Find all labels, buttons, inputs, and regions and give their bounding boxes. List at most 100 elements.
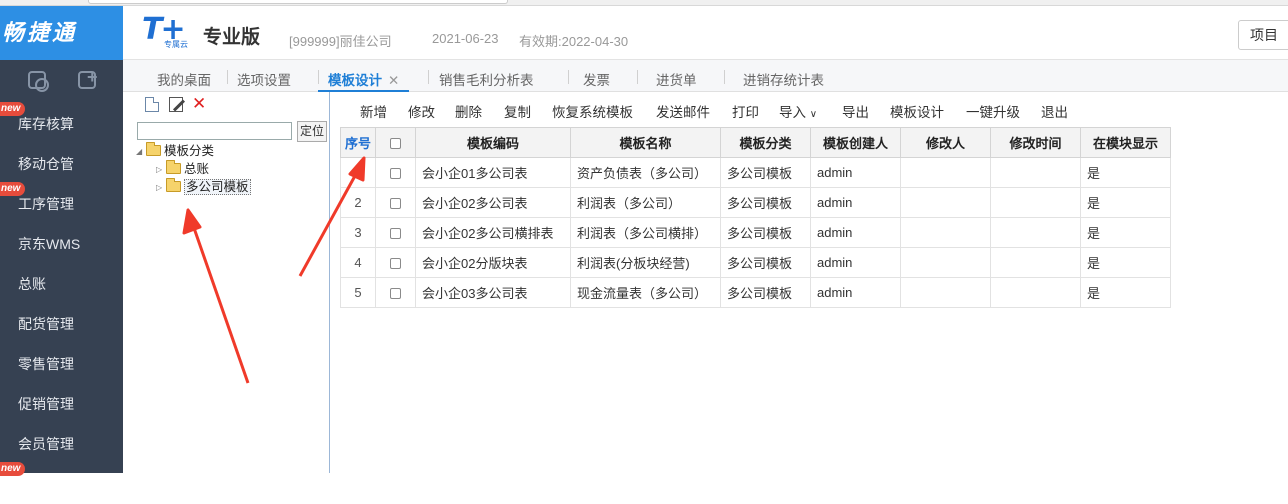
nav-item-partial[interactable]: new: [0, 462, 123, 504]
main-toolbar: 新增 修改 删除 复制 恢复系统模板 发送邮件 打印 导入 ∨ 导出 模板设计 …: [338, 92, 1288, 126]
column-header-modified-time[interactable]: 修改时间: [990, 127, 1081, 158]
row-checkbox[interactable]: [390, 168, 401, 180]
table-row[interactable]: 5 会小企03多公司表 现金流量表（多公司） 多公司模板 admin 是: [340, 277, 1171, 308]
table-row[interactable]: 3 会小企02多公司横排表 利润表（多公司横排） 多公司模板 admin 是: [340, 217, 1171, 248]
project-button[interactable]: 项目: [1238, 20, 1288, 50]
restore-system-template-button[interactable]: 恢复系统模板: [552, 101, 633, 121]
row-checkbox[interactable]: [390, 258, 401, 270]
cell-show-in-module: 是: [1080, 277, 1171, 308]
collapse-arrow-icon[interactable]: ◢: [136, 143, 146, 160]
new-badge: new: [0, 182, 26, 196]
tab-bar: 我的桌面 选项设置 模板设计 ✕ 销售毛利分析表 发票 进货单 进销存统计表: [123, 60, 1288, 92]
cell-category: 多公司模板: [720, 277, 811, 308]
column-header-category[interactable]: 模板分类: [720, 127, 811, 158]
tree-node-label: 总账: [184, 162, 210, 176]
cell-select[interactable]: [375, 217, 416, 248]
new-badge: new: [0, 102, 26, 116]
cell-modifier: [900, 187, 991, 218]
tab-options[interactable]: 选项设置: [237, 69, 291, 92]
expand-arrow-icon[interactable]: ▷: [156, 161, 166, 178]
cell-code: 会小企02多公司表: [415, 187, 571, 218]
nav-item-label: 配货管理: [18, 316, 74, 332]
import-label: 导入: [779, 105, 806, 120]
expand-arrow-icon[interactable]: ▷: [156, 179, 166, 196]
cell-modified-time: [990, 277, 1081, 308]
delete-icon[interactable]: ✕: [192, 95, 208, 112]
cell-name: 利润表（多公司横排）: [570, 217, 721, 248]
tab-template-design[interactable]: 模板设计 ✕: [318, 69, 410, 92]
cell-code: 会小企01多公司表: [415, 157, 571, 188]
tab-separator: [227, 70, 228, 84]
export-button[interactable]: 导出: [842, 101, 869, 121]
nav-item-distribution[interactable]: 配货管理: [0, 304, 123, 344]
tree-node-general-ledger[interactable]: ▷ 总账: [156, 160, 210, 178]
tab-my-desktop[interactable]: 我的桌面: [157, 69, 211, 92]
locate-button[interactable]: 定位: [297, 121, 327, 142]
cell-select[interactable]: [375, 247, 416, 278]
tree-node-root[interactable]: ◢ 模板分类: [136, 142, 214, 160]
copy-button[interactable]: 复制: [504, 101, 531, 121]
cell-show-in-module: 是: [1080, 217, 1171, 248]
nav-item-label: 工序管理: [18, 196, 74, 212]
tree-toolbar: ✕: [131, 92, 329, 118]
print-button[interactable]: 打印: [732, 101, 759, 121]
new-document-icon[interactable]: [145, 97, 159, 112]
add-menu-icon[interactable]: [78, 67, 98, 89]
nav-item-membership[interactable]: 会员管理: [0, 424, 123, 464]
nav-item-jd-wms[interactable]: 京东WMS: [0, 224, 123, 264]
table-row[interactable]: 4 会小企02分版块表 利润表(分板块经营) 多公司模板 admin 是: [340, 247, 1171, 278]
nav-item-label: 总账: [18, 276, 46, 292]
table-row[interactable]: 1 会小企01多公司表 资产负债表（多公司） 多公司模板 admin 是: [340, 157, 1171, 188]
select-all-checkbox[interactable]: [390, 138, 401, 150]
nav-tools: [0, 60, 123, 104]
cell-modified-time: [990, 217, 1081, 248]
cell-category: 多公司模板: [720, 217, 811, 248]
column-header-creator[interactable]: 模板创建人: [810, 127, 901, 158]
close-icon[interactable]: ✕: [388, 73, 399, 88]
nav-item-inventory-accounting[interactable]: new 库存核算: [0, 102, 123, 144]
tab-sales-margin[interactable]: 销售毛利分析表: [439, 69, 534, 92]
column-header-seq[interactable]: 序号: [340, 127, 376, 158]
tab-invoice[interactable]: 发票: [583, 69, 610, 92]
nav-item-process-management[interactable]: new 工序管理: [0, 182, 123, 224]
row-checkbox[interactable]: [390, 288, 401, 300]
cell-name: 现金流量表（多公司）: [570, 277, 721, 308]
browser-address-bar[interactable]: [88, 0, 508, 4]
folder-icon: [166, 178, 181, 192]
modify-button[interactable]: 修改: [408, 101, 435, 121]
column-header-modifier[interactable]: 修改人: [900, 127, 991, 158]
edit-icon[interactable]: [169, 97, 183, 112]
column-header-code[interactable]: 模板编码: [415, 127, 571, 158]
cell-creator: admin: [810, 157, 901, 188]
row-checkbox[interactable]: [390, 198, 401, 210]
table-row[interactable]: 2 会小企02多公司表 利润表（多公司） 多公司模板 admin 是: [340, 187, 1171, 218]
import-button[interactable]: 导入 ∨: [779, 101, 817, 121]
new-badge: new: [0, 462, 26, 476]
column-header-name[interactable]: 模板名称: [570, 127, 721, 158]
nav-item-general-ledger[interactable]: 总账: [0, 264, 123, 304]
new-button[interactable]: 新增: [360, 101, 387, 121]
exit-button[interactable]: 退出: [1041, 101, 1068, 121]
cell-select[interactable]: [375, 277, 416, 308]
row-checkbox[interactable]: [390, 228, 401, 240]
cell-category: 多公司模板: [720, 187, 811, 218]
tab-purchase-order[interactable]: 进货单: [656, 69, 697, 92]
cell-select[interactable]: [375, 157, 416, 188]
one-click-upgrade-button[interactable]: 一键升级: [966, 101, 1020, 121]
folder-open-icon: [146, 142, 161, 156]
brand-sub-text: 专属云: [164, 40, 188, 49]
tree-node-multi-company[interactable]: ▷ 多公司模板: [156, 178, 251, 196]
column-header-select-all[interactable]: [375, 127, 416, 158]
nav-item-promotion[interactable]: 促销管理: [0, 384, 123, 424]
nav-item-label: 移动仓管: [18, 156, 74, 172]
column-header-show-in-module[interactable]: 在模块显示: [1080, 127, 1171, 158]
tree-search-input[interactable]: [137, 122, 292, 140]
search-menu-icon[interactable]: [28, 71, 49, 92]
nav-item-retail[interactable]: 零售管理: [0, 344, 123, 384]
cell-select[interactable]: [375, 187, 416, 218]
delete-button[interactable]: 删除: [455, 101, 482, 121]
template-design-button[interactable]: 模板设计: [890, 101, 944, 121]
tab-inventory-stats[interactable]: 进销存统计表: [743, 69, 824, 92]
send-mail-button[interactable]: 发送邮件: [656, 101, 710, 121]
nav-item-mobile-warehouse[interactable]: 移动仓管: [0, 144, 123, 184]
